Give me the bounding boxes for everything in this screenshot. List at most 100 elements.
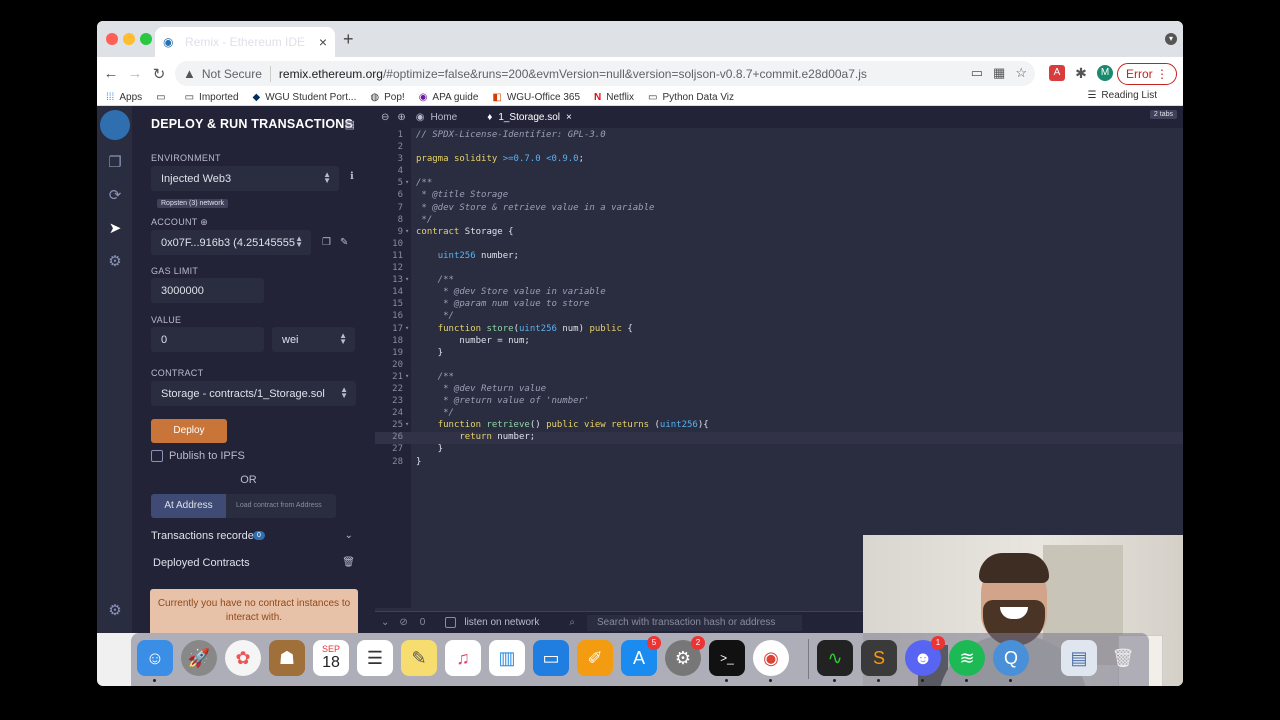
code-line[interactable]: 27 }	[375, 444, 1183, 456]
code-line[interactable]: 1 // SPDX-License-Identifier: GPL-3.0	[375, 130, 1183, 142]
code-line[interactable]: 4	[375, 166, 1183, 178]
fold-arrow-icon[interactable]: ▾	[405, 324, 409, 332]
fold-arrow-icon[interactable]: ▾	[405, 178, 409, 186]
code-line[interactable]: 24 */	[375, 408, 1183, 420]
publish-ipfs-checkbox[interactable]	[151, 450, 163, 462]
code-line[interactable]: 28}	[375, 457, 1183, 469]
tab-home[interactable]: ◉ Home	[416, 112, 457, 123]
numbers-icon[interactable]: ▥	[489, 640, 525, 676]
bookmark-star-icon[interactable]: ☆	[1015, 65, 1027, 81]
fold-arrow-icon[interactable]: ▾	[405, 227, 409, 235]
code-line[interactable]: 15 * @param num value to store	[375, 299, 1183, 311]
trash-bin-icon[interactable]: 🗑	[1105, 640, 1141, 676]
photos-icon[interactable]: ✿	[225, 640, 261, 676]
contract-select[interactable]: Storage - contracts/1_Storage.sol ▲ ▼	[151, 381, 356, 406]
cast-icon[interactable]: ▭	[971, 65, 983, 81]
code-line[interactable]: 11 uint256 number;	[375, 251, 1183, 263]
code-line[interactable]: 22 * @dev Return value	[375, 384, 1183, 396]
address-bar[interactable]: ▲ Not Secure remix.ethereum.org/#optimiz…	[175, 61, 1035, 86]
browser-tab[interactable]: ◉ Remix - Ethereum IDE ×	[155, 27, 335, 57]
fold-arrow-icon[interactable]: ▾	[405, 372, 409, 380]
system-preferences-icon[interactable]: ⚙ 2	[665, 636, 705, 676]
minimize-window-button[interactable]	[123, 33, 135, 45]
bookmark-python[interactable]: ▭ Python Data Viz	[648, 92, 734, 103]
contacts-icon[interactable]: ☗	[269, 640, 305, 676]
zoom-in-icon[interactable]: ⊕	[397, 112, 405, 123]
value-input[interactable]: 0	[151, 327, 264, 352]
sublime-text-icon[interactable]: S	[861, 640, 897, 676]
profile-avatar[interactable]: M	[1097, 65, 1113, 81]
pages-icon[interactable]: ✐	[577, 640, 613, 676]
load-contract-input[interactable]: Load contract from Address	[226, 494, 336, 518]
code-line[interactable]: 13 ▾ /**	[375, 275, 1183, 287]
deploy-run-icon[interactable]: ➤	[105, 219, 125, 239]
edit-icon[interactable]: ✎	[340, 237, 348, 248]
calendar-icon[interactable]: SEP 18	[313, 640, 349, 676]
error-button[interactable]: Error ⋮	[1116, 63, 1177, 85]
code-line[interactable]: 26 return number;	[375, 432, 1183, 445]
discord-icon[interactable]: ☻ 1	[905, 636, 945, 676]
code-line[interactable]: 20	[375, 360, 1183, 372]
code-line[interactable]: 8 */	[375, 215, 1183, 227]
terminal-icon[interactable]: >_	[709, 640, 745, 676]
code-line[interactable]: 12	[375, 263, 1183, 275]
close-window-button[interactable]	[106, 33, 118, 45]
bookmark-netflix[interactable]: N Netflix	[594, 92, 634, 103]
bookmark-imported[interactable]: ▭ Imported	[185, 92, 239, 103]
finder-icon[interactable]: ☺	[137, 640, 173, 676]
settings-gear-icon[interactable]: ⚙	[105, 601, 125, 621]
reminders-icon[interactable]: ☰	[357, 640, 393, 676]
code-line[interactable]: 7 * @dev Store & retrieve value in a var…	[375, 203, 1183, 215]
zoom-window-button[interactable]	[140, 33, 152, 45]
gas-limit-input[interactable]: 3000000	[151, 278, 264, 303]
zoom-out-icon[interactable]: ⊖	[381, 112, 389, 123]
spotify-icon[interactable]: ≋	[949, 640, 985, 676]
new-tab-button[interactable]: +	[343, 29, 354, 50]
chevron-down-icon[interactable]: ⌄	[345, 530, 353, 541]
add-account-icon[interactable]: ⊕	[200, 217, 208, 227]
quicktime-icon[interactable]: Q	[993, 640, 1029, 676]
qr-icon[interactable]: ▦	[993, 65, 1005, 81]
clear-console-icon[interactable]: ⊘	[399, 617, 407, 628]
value-unit-select[interactable]: wei ▲ ▼	[272, 327, 355, 352]
code-line[interactable]: 25 ▾ function retrieve() public view retu…	[375, 420, 1183, 432]
info-icon[interactable]: ℹ	[350, 171, 354, 182]
bookmark-apa[interactable]: ◉ APA guide	[419, 92, 479, 103]
terminal-search-input[interactable]: Search with transaction hash or address	[587, 615, 802, 631]
tab-close-icon[interactable]: ×	[319, 34, 327, 50]
account-select[interactable]: 0x07F...916b3 (4.25145555 ▲ ▼	[151, 230, 311, 255]
downloads-folder-icon[interactable]: ▤	[1061, 640, 1097, 676]
activity-monitor-icon[interactable]: ∿	[817, 640, 853, 676]
bookmark-folder[interactable]: ▭	[156, 92, 170, 103]
code-line[interactable]: 16 */	[375, 311, 1183, 323]
chrome-icon[interactable]: ◉	[753, 640, 789, 676]
trash-icon[interactable]: 🗑	[342, 557, 355, 568]
file-explorer-icon[interactable]: ❐	[105, 153, 125, 173]
at-address-button[interactable]: At Address	[151, 494, 226, 518]
notes-icon[interactable]: ✎	[401, 640, 437, 676]
code-line[interactable]: 19 }	[375, 348, 1183, 360]
code-line[interactable]: 5 ▾ /**	[375, 178, 1183, 190]
code-line[interactable]: 21 ▾ /**	[375, 372, 1183, 384]
code-line[interactable]: 6 * @title Storage	[375, 190, 1183, 202]
tab-search-icon[interactable]: ▾	[1165, 33, 1177, 45]
transactions-recorded-label[interactable]: Transactions recorded	[151, 530, 260, 542]
reading-list-button[interactable]: ☰ Reading List	[1087, 90, 1157, 101]
keynote-icon[interactable]: ▭	[533, 640, 569, 676]
code-line[interactable]: 17 ▾ function store(uint256 num) public {	[375, 324, 1183, 336]
code-line[interactable]: 18 number = num;	[375, 336, 1183, 348]
launchpad-icon[interactable]: 🚀	[181, 640, 217, 676]
bookmark-wgu[interactable]: ◆ WGU Student Port...	[253, 92, 357, 103]
deploy-button[interactable]: Deploy	[151, 419, 227, 443]
code-area[interactable]: 1 // SPDX-License-Identifier: GPL-3.0 2 3 pr…	[375, 130, 1183, 469]
appstore-icon[interactable]: A5	[621, 636, 661, 676]
plugin-manager-icon[interactable]: ⚙	[105, 252, 125, 272]
code-line[interactable]: 2	[375, 142, 1183, 154]
close-tab-icon[interactable]: ×	[566, 112, 572, 123]
tabs-count-badge[interactable]: 2 tabs	[1149, 110, 1177, 119]
listen-network-checkbox[interactable]	[445, 617, 457, 628]
music-icon[interactable]: ♫	[445, 640, 481, 676]
puzzle-icon[interactable]: ✱	[1073, 65, 1089, 81]
bookmark-apps[interactable]: ⁞⁞⁞ Apps	[106, 92, 142, 103]
tab-storage-sol[interactable]: ♦ 1_Storage.sol ×	[487, 112, 572, 123]
